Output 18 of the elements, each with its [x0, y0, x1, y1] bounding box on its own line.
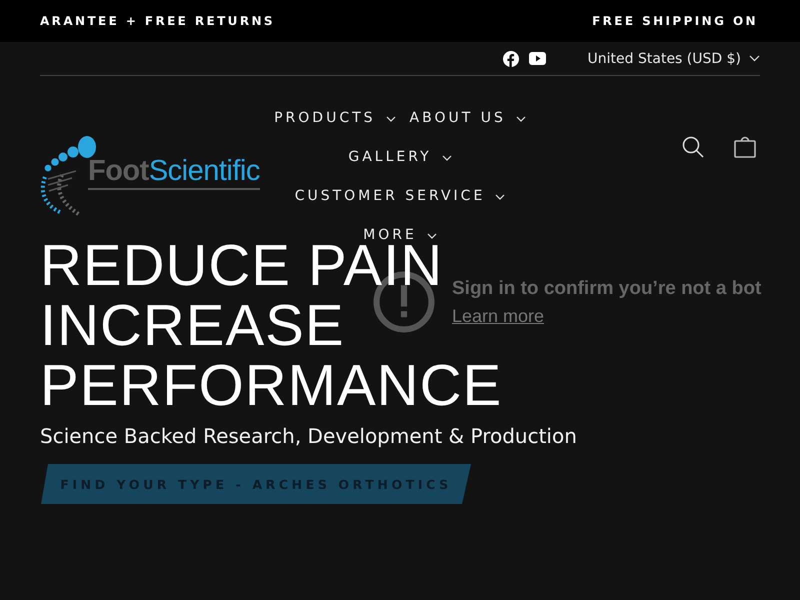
announcement-text: FREE SHIPPING ON	[592, 14, 758, 28]
hero-heading-line: PERFORMANCE	[40, 356, 502, 416]
learn-more-link[interactable]: Learn more	[452, 306, 544, 326]
video-notice-title: Sign in to confirm you’re not a bot	[452, 278, 762, 300]
nav-link[interactable]: PRODUCTS	[274, 99, 396, 138]
announcement-text: ARANTEE + FREE RETURNS	[40, 14, 275, 28]
nav-link[interactable]: ABOUT US	[410, 99, 526, 138]
chevron-down-icon	[749, 55, 760, 62]
logo[interactable]: FootScientific	[40, 134, 260, 216]
nav-link[interactable]: CUSTOMER SERVICE	[294, 177, 506, 216]
hero-heading-line: INCREASE	[40, 296, 345, 356]
nav-link[interactable]: GALLERY	[348, 138, 452, 177]
shopping-bag-icon[interactable]	[734, 136, 756, 158]
facebook-icon[interactable]	[502, 50, 519, 66]
search-icon[interactable]	[682, 136, 704, 158]
currency-selector[interactable]: United States (USD $)	[588, 50, 760, 66]
hero-subtitle: Science Backed Research, Development & Production	[40, 424, 577, 448]
youtube-icon[interactable]	[528, 52, 546, 65]
